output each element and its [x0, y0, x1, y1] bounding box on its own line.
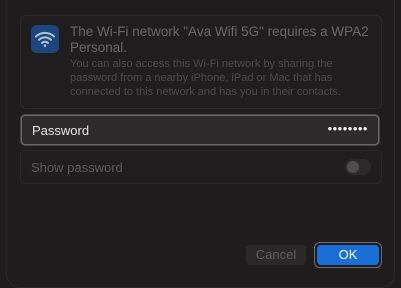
show-password-label: Show password — [31, 160, 123, 175]
wifi-icon — [31, 25, 59, 53]
password-label: Password — [32, 123, 90, 138]
ok-button-focus-ring[interactable]: OK — [314, 242, 382, 268]
wifi-icon-glyph — [35, 31, 55, 47]
cancel-button[interactable]: Cancel — [246, 245, 306, 265]
wifi-password-dialog: The Wi-Fi network "Ava Wifi 5G" requires… — [0, 0, 401, 288]
dialog-title: The Wi-Fi network "Ava Wifi 5G" requires… — [70, 24, 369, 55]
ok-button[interactable]: OK — [317, 245, 379, 265]
dialog-description: You can also access this Wi-Fi network b… — [70, 58, 341, 98]
show-password-row: Show password — [20, 150, 382, 184]
password-field[interactable]: Password •••••••• — [21, 115, 379, 145]
password-input[interactable]: •••••••• — [328, 121, 368, 136]
show-password-toggle[interactable] — [345, 159, 371, 175]
toggle-knob — [347, 161, 359, 173]
